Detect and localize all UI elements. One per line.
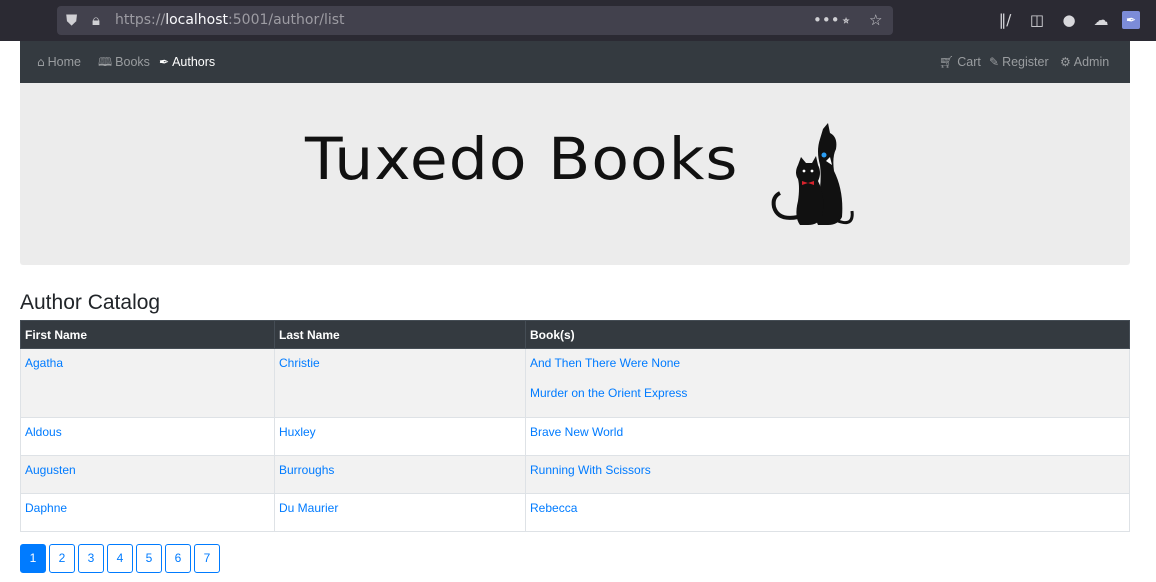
author-first-name-link[interactable]: Aldous [25,425,62,439]
last-name-cell: Christie [274,348,526,418]
page-button-6[interactable]: 6 [165,544,191,573]
nav-register[interactable]: ✎ Register [989,41,1049,83]
extension-icon[interactable]: ✒ [1122,11,1140,29]
cart-icon: 🛒︎ [939,55,955,69]
more-icon[interactable]: ••• [813,6,840,35]
site-navbar: ⌂ Home 🕮︎ Books ✒ Authors 🛒︎ Cart ✎ Register … [20,41,1130,83]
address-bar[interactable]: ⛊ 🔒︎ https://localhost:5001/author/list … [57,6,893,35]
nav-books[interactable]: 🕮︎ Books [98,41,150,83]
header-books: Book(s) [525,320,1130,349]
page-button-2[interactable]: 2 [49,544,75,573]
author-first-name-link[interactable]: Agatha [25,356,63,370]
author-table: First Name Last Name Book(s) Agatha Chri… [20,320,1130,532]
nav-cart[interactable]: 🛒︎ Cart [939,41,981,83]
table-row: Aldous Huxley Brave New World [20,417,1130,456]
sidebar-icon[interactable]: ◫ [1026,9,1048,31]
page-button-7[interactable]: 7 [194,544,220,573]
book-link[interactable]: And Then There Were None [530,356,1125,370]
table-row: Agatha Christie And Then There Were None… [20,348,1130,418]
shield-icon[interactable]: ⛊ [66,6,77,35]
header-first-name: First Name [20,320,275,349]
account-icon[interactable]: ● [1058,9,1080,31]
page-button-4[interactable]: 4 [107,544,133,573]
url-text[interactable]: https://localhost:5001/author/list [115,6,345,35]
last-name-cell: Huxley [274,417,526,456]
first-name-cell: Augusten [20,455,275,494]
table-row: Daphne Du Maurier Rebecca [20,493,1130,532]
edit-icon: ✎ [989,55,1000,69]
home-icon: ⌂ [37,55,45,69]
author-last-name-link[interactable]: Du Maurier [279,501,338,515]
first-name-cell: Aldous [20,417,275,456]
book-link[interactable]: Murder on the Orient Express [530,386,1125,400]
last-name-cell: Burroughs [274,455,526,494]
nav-authors[interactable]: ✒ Authors [159,41,215,83]
books-cell: Brave New World [525,417,1130,456]
author-last-name-link[interactable]: Christie [279,356,320,370]
library-icon[interactable]: ‖∕ [994,9,1016,31]
author-first-name-link[interactable]: Daphne [25,501,67,515]
sync-icon[interactable]: ☁ [1090,9,1112,31]
table-row: Augusten Burroughs Running With Scissors [20,455,1130,494]
pocket-icon[interactable]: ⭒ [842,6,850,35]
book-link[interactable]: Brave New World [530,425,1125,439]
banner: Tuxedo Books [20,83,1130,265]
lock-icon[interactable]: 🔒︎ [92,6,100,35]
browser-toolbar: ⛊ 🔒︎ https://localhost:5001/author/list … [0,0,1156,41]
book-link[interactable]: Rebecca [530,501,1125,515]
books-cell: Rebecca [525,493,1130,532]
page-button-5[interactable]: 5 [136,544,162,573]
star-icon[interactable]: ☆ [869,6,882,35]
first-name-cell: Agatha [20,348,275,418]
tuxedo-cats-logo [771,123,854,225]
page-button-1[interactable]: 1 [20,544,46,573]
nav-home[interactable]: ⌂ Home [37,41,81,83]
book-icon: 🕮︎ [98,55,113,69]
feather-icon: ✒ [159,55,170,69]
last-name-cell: Du Maurier [274,493,526,532]
author-first-name-link[interactable]: Augusten [25,463,76,477]
table-header-row: First Name Last Name Book(s) [20,320,1130,349]
logo-text: Tuxedo Books [305,125,739,193]
page-title: Author Catalog [20,291,161,314]
books-cell: And Then There Were None Murder on the O… [525,348,1130,418]
header-last-name: Last Name [274,320,526,349]
gear-icon: ⚙ [1060,55,1071,69]
first-name-cell: Daphne [20,493,275,532]
books-cell: Running With Scissors [525,455,1130,494]
page-button-3[interactable]: 3 [78,544,104,573]
book-link[interactable]: Running With Scissors [530,463,1125,477]
nav-admin[interactable]: ⚙ Admin [1060,41,1109,83]
author-last-name-link[interactable]: Burroughs [279,463,334,477]
author-last-name-link[interactable]: Huxley [279,425,316,439]
